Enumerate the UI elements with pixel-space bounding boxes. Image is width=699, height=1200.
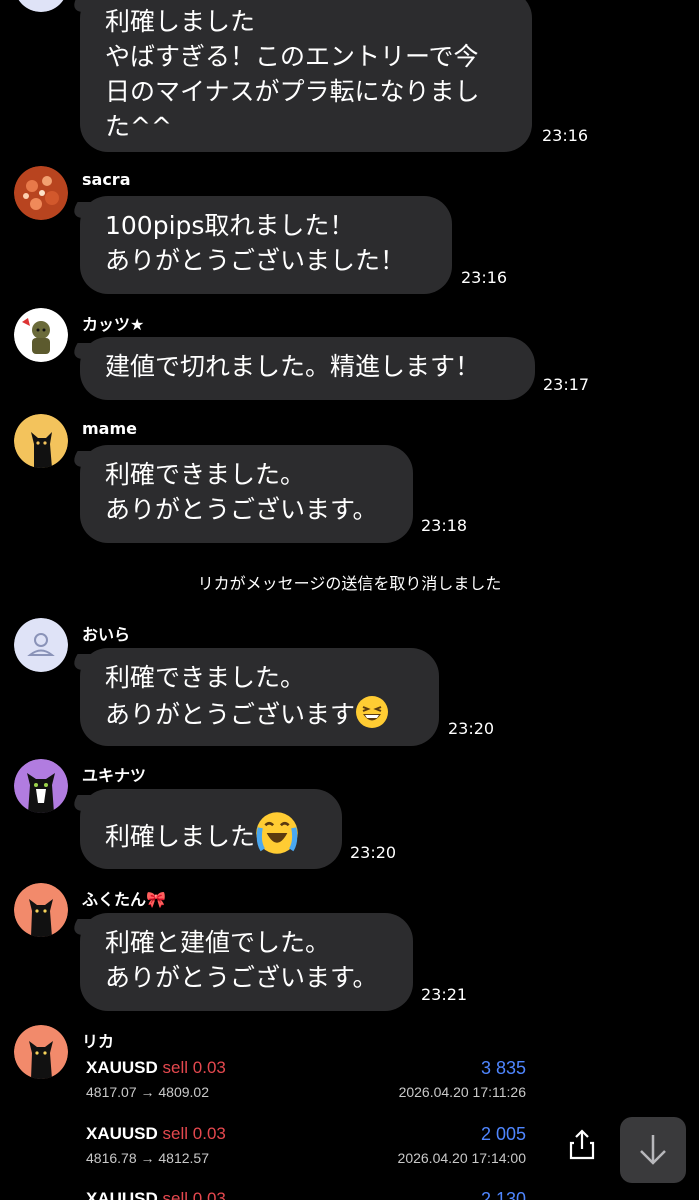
avatar-mame[interactable] xyxy=(14,414,68,468)
message-text-line: ありがとうございます。 xyxy=(105,495,378,524)
grinning-squinting-face-icon xyxy=(356,696,389,728)
message-text-line: ありがとうございました！ xyxy=(105,246,406,275)
sender-name: おいら xyxy=(82,625,131,644)
message-text-line: 利確できました。 xyxy=(105,460,306,489)
trade-side: sell 0.03 xyxy=(162,1058,226,1077)
sender-name: ふくたん🎀 xyxy=(82,890,166,909)
message-time: 23:16 xyxy=(461,268,508,287)
trade-prices: 4817.07 → 4809.02 xyxy=(86,1084,209,1100)
message-time: 23:20 xyxy=(350,843,397,862)
trade-row: XAUUSD sell 0.03 2 130 xyxy=(84,1189,528,1200)
trade-side: sell 0.03 xyxy=(162,1124,226,1143)
sender-name: リカ xyxy=(82,1032,115,1051)
trade-prices: 4816.78 → 4812.57 xyxy=(86,1150,209,1166)
message-time: 23:20 xyxy=(448,719,495,738)
trade-datetime: 2026.04.20 17:11:26 xyxy=(398,1084,526,1100)
message-time: 23:18 xyxy=(421,516,468,535)
system-notice: リカがメッセージの送信を取り消しました xyxy=(197,574,502,593)
message-text-line: 利確しました xyxy=(105,811,318,855)
scroll-to-bottom-button[interactable] xyxy=(620,1117,686,1183)
avatar-oira[interactable] xyxy=(14,618,68,672)
message-text-line: 利確しました xyxy=(105,7,256,36)
message-bubble[interactable]: 利確と建値でした。 ありがとうございます。 xyxy=(80,913,413,1011)
avatar-rika[interactable] xyxy=(14,1025,68,1079)
avatar-katsu[interactable] xyxy=(14,308,68,362)
message-bubble[interactable]: 利確しました やばすぎる！このエントリーで今 日のマイナスがプラ転になりまし た… xyxy=(80,0,532,152)
avatar-yukinatsu[interactable] xyxy=(14,759,68,813)
message-text: ありがとうございます xyxy=(105,700,356,729)
message-bubble[interactable]: 利確しました xyxy=(80,789,342,869)
message-text-line: ありがとうございます xyxy=(105,695,415,732)
message-bubble[interactable]: 利確できました。 ありがとうございます xyxy=(80,648,439,746)
share-icon xyxy=(569,1129,595,1160)
trade-symbol: XAUUSD xyxy=(86,1058,158,1077)
avatar-fukutan[interactable] xyxy=(14,883,68,937)
message-text-line: やばすぎる！このエントリーで今 xyxy=(105,42,479,71)
message-time: 23:16 xyxy=(542,126,589,145)
message-text-line: 日のマイナスがプラ転になりまし xyxy=(105,77,480,106)
arrow-down-icon xyxy=(640,1135,666,1165)
trade-row: XAUUSD sell 0.03 2 005 4816.78 → 4812.57… xyxy=(84,1124,528,1174)
sender-name: mame xyxy=(82,419,137,438)
trade-profit: 2 130 xyxy=(480,1189,526,1200)
message-time: 23:21 xyxy=(421,985,468,1004)
trade-symbol: XAUUSD xyxy=(86,1124,158,1143)
trade-profit: 2 005 xyxy=(480,1124,526,1144)
message-text: 利確しました xyxy=(105,822,256,851)
trade-symbol-line: XAUUSD sell 0.03 xyxy=(86,1124,226,1144)
trade-profit: 3 835 xyxy=(480,1058,526,1078)
sender-name: sacra xyxy=(82,170,131,189)
trade-symbol-line: XAUUSD sell 0.03 xyxy=(86,1189,226,1200)
message-time: 23:17 xyxy=(543,375,590,394)
trade-symbol-line: XAUUSD sell 0.03 xyxy=(86,1058,226,1078)
sender-name: ユキナツ xyxy=(82,766,147,785)
avatar-sacra[interactable] xyxy=(14,166,68,220)
message-bubble[interactable]: 利確できました。 ありがとうございます。 xyxy=(80,445,413,543)
message-text-line: 利確できました。 xyxy=(105,663,306,692)
sender-name: カッツ★ xyxy=(82,315,145,334)
message-text-line: 100pips取れました！ xyxy=(105,211,355,240)
loudly-crying-face-icon xyxy=(256,812,298,854)
trade-symbol: XAUUSD xyxy=(86,1189,158,1200)
message-text-line: ありがとうございます。 xyxy=(105,963,378,992)
trade-side: sell 0.03 xyxy=(162,1189,226,1200)
message-bubble[interactable]: 建値で切れました。精進します！ xyxy=(80,337,535,400)
avatar[interactable] xyxy=(14,0,68,12)
message-text-line: 建値で切れました。精進します！ xyxy=(105,352,481,381)
message-bubble[interactable]: 100pips取れました！ ありがとうございました！ xyxy=(80,196,452,294)
message-text-line: 利確と建値でした。 xyxy=(105,928,331,957)
trade-row: XAUUSD sell 0.03 3 835 4817.07 → 4809.02… xyxy=(84,1058,528,1108)
message-text-line: た^^ xyxy=(105,112,172,141)
share-button[interactable] xyxy=(562,1125,602,1165)
trade-datetime: 2026.04.20 17:14:00 xyxy=(397,1150,526,1166)
